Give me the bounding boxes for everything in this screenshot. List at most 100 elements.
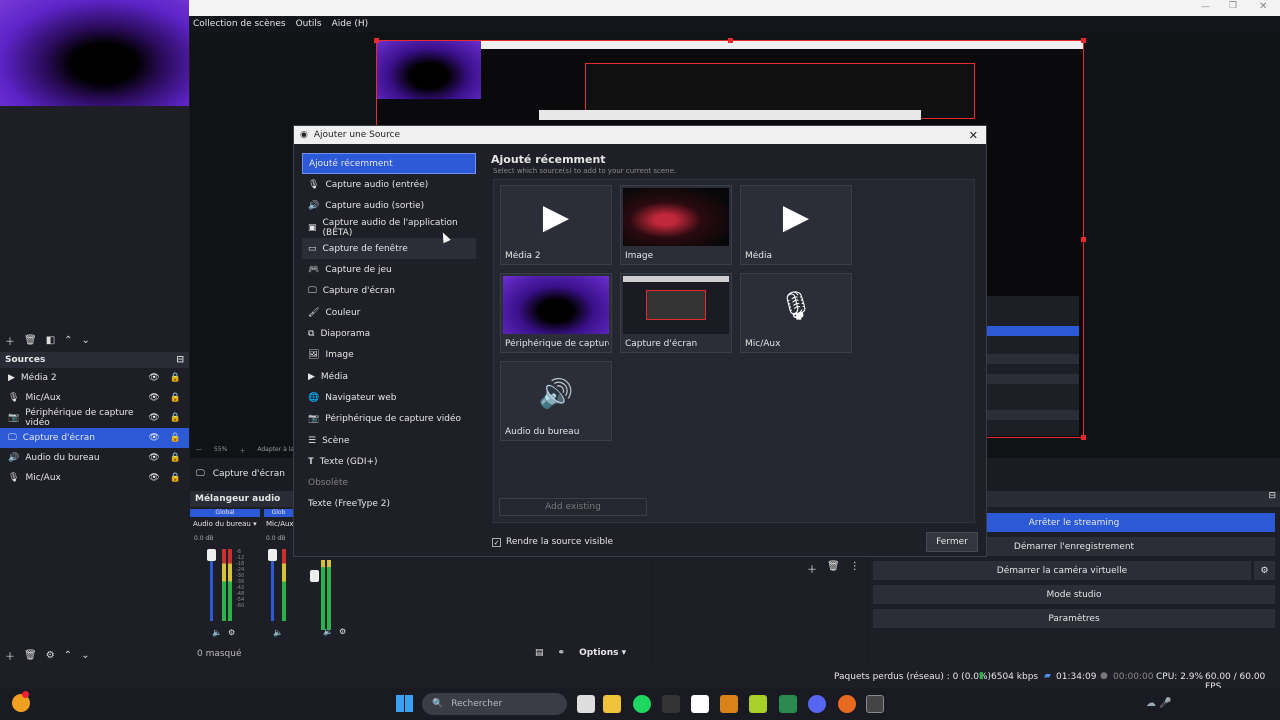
- type-scene[interactable]: ☰ Scène: [302, 430, 476, 451]
- volume-slider-handle[interactable]: [268, 549, 277, 561]
- gear-icon[interactable]: ⚙: [339, 627, 346, 636]
- type-video-capture[interactable]: 📷 Périphérique de capture vidéo: [302, 409, 476, 430]
- link-icon[interactable]: ⚭: [558, 648, 566, 658]
- options-button[interactable]: Options ▾: [579, 648, 626, 658]
- recent-tile[interactable]: ▶ Média 2: [500, 185, 612, 265]
- type-window-capture[interactable]: ▭ Capture de fenêtre: [302, 238, 476, 260]
- trash-icon[interactable]: 🗑: [24, 335, 37, 346]
- type-image[interactable]: 🖼 Image: [302, 345, 476, 366]
- discord-icon[interactable]: [808, 695, 826, 713]
- app-icon[interactable]: [779, 695, 797, 713]
- source-item[interactable]: ▶ Média 2 👁 🔒: [0, 368, 189, 388]
- close-icon[interactable]: ✕: [1259, 1, 1267, 12]
- type-browser[interactable]: 🌐 Navigateur web: [302, 387, 476, 408]
- close-button[interactable]: Fermer: [926, 532, 978, 552]
- eye-icon[interactable]: 👁: [148, 473, 159, 483]
- eye-icon[interactable]: 👁: [148, 433, 159, 443]
- resize-handle[interactable]: [374, 38, 379, 43]
- more-icon[interactable]: ⋮: [850, 561, 860, 576]
- type-recent[interactable]: Ajouté récemment: [302, 153, 476, 175]
- menu-tools[interactable]: Outils: [296, 19, 322, 29]
- add-icon[interactable]: ＋: [5, 333, 15, 348]
- undock-icon[interactable]: ⊟: [1268, 491, 1276, 501]
- type-audio-input[interactable]: 🎙 Capture audio (entrée): [302, 174, 476, 195]
- volume-slider-handle[interactable]: [207, 549, 216, 561]
- virtual-camera-button[interactable]: Démarrer la caméra virtuelle: [873, 561, 1251, 580]
- checkbox-icon[interactable]: ✓: [492, 537, 501, 547]
- lock-icon[interactable]: 🔒: [170, 413, 181, 423]
- type-text-freetype[interactable]: Texte (FreeType 2): [302, 494, 476, 515]
- resize-handle[interactable]: [1081, 237, 1086, 242]
- add-icon[interactable]: ＋: [5, 648, 15, 663]
- vegas-icon[interactable]: [749, 695, 767, 713]
- source-item[interactable]: 🔊 Audio du bureau 👁 🔒: [0, 448, 189, 468]
- spotify-icon[interactable]: [633, 695, 651, 713]
- file-explorer-icon[interactable]: [603, 695, 621, 713]
- resize-handle[interactable]: [1081, 38, 1086, 43]
- up-icon[interactable]: ⌃: [64, 650, 72, 661]
- volume-slider-handle[interactable]: [310, 570, 319, 582]
- type-game-capture[interactable]: 🎮 Capture de jeu: [302, 259, 476, 280]
- make-visible-checkbox[interactable]: ✓ Rendre la source visible: [492, 537, 613, 547]
- add-existing-button[interactable]: Add existing: [499, 498, 647, 516]
- recent-tile[interactable]: Périphérique de capture vi: [500, 273, 612, 353]
- resize-handle[interactable]: [1081, 435, 1086, 440]
- layout-icon[interactable]: ▤: [535, 648, 544, 658]
- trash-icon[interactable]: 🗑: [827, 561, 840, 576]
- eye-icon[interactable]: 👁: [148, 373, 159, 383]
- source-item[interactable]: 🎙 Mic/Aux 👁 🔒: [0, 388, 189, 408]
- type-media[interactable]: ▶ Média: [302, 366, 476, 387]
- speaker-icon[interactable]: 🔈: [273, 628, 283, 637]
- filter-icon[interactable]: ◧: [46, 335, 55, 346]
- gear-icon[interactable]: ⚙: [46, 650, 55, 661]
- speaker-icon[interactable]: 🔈: [323, 627, 333, 636]
- lock-icon[interactable]: 🔒: [170, 373, 181, 383]
- lock-icon[interactable]: 🔒: [170, 433, 181, 443]
- type-display-capture[interactable]: 🖵 Capture d'écran: [302, 281, 476, 302]
- minimize-icon[interactable]: —: [1201, 2, 1210, 12]
- fit-button[interactable]: Adapter à la f: [257, 446, 298, 455]
- gear-icon[interactable]: ⚙: [228, 628, 235, 637]
- speaker-icon[interactable]: 🔈: [212, 628, 222, 637]
- down-icon[interactable]: ⌄: [81, 650, 89, 661]
- recent-tile[interactable]: Capture d'écran: [620, 273, 732, 353]
- source-item[interactable]: 🎙 Mic/Aux 👁 🔒: [0, 468, 189, 488]
- down-icon[interactable]: ⌄: [82, 335, 90, 346]
- capcut-icon[interactable]: [691, 695, 709, 713]
- close-icon[interactable]: ✕: [969, 129, 978, 142]
- eye-icon[interactable]: 👁: [148, 413, 159, 423]
- resize-handle[interactable]: [728, 38, 733, 43]
- zoom-in-icon[interactable]: ＋: [239, 446, 245, 455]
- recent-tile[interactable]: ▶ Média: [740, 185, 852, 265]
- source-item[interactable]: 📷 Périphérique de capture vidéo 👁 🔒: [0, 408, 189, 428]
- type-color[interactable]: 🖌 Couleur: [302, 302, 476, 323]
- type-app-audio[interactable]: ▣ Capture audio de l'application (BÊTA): [302, 217, 476, 238]
- type-audio-output[interactable]: 🔊 Capture audio (sortie): [302, 196, 476, 217]
- menu-scene-collection[interactable]: Collection de scènes: [193, 19, 286, 29]
- type-text-gdi[interactable]: 𝐓 Texte (GDI+): [302, 451, 476, 472]
- zoom-out-icon[interactable]: —: [196, 446, 202, 455]
- studio-mode-button[interactable]: Mode studio: [873, 585, 1275, 604]
- undock-icon[interactable]: ⊟: [176, 355, 184, 365]
- channel-name[interactable]: Mic/Aux: [266, 520, 294, 528]
- obs-icon[interactable]: [866, 695, 884, 713]
- windows-start-icon[interactable]: [396, 695, 413, 712]
- epic-games-icon[interactable]: [662, 695, 680, 713]
- channel-name[interactable]: Audio du bureau ▾: [193, 520, 257, 528]
- tray-icons[interactable]: ☁ 🎤: [1146, 698, 1172, 709]
- recent-tile[interactable]: 🎙 Mic/Aux: [740, 273, 852, 353]
- type-slideshow[interactable]: ⧉ Diaporama: [302, 323, 476, 344]
- app-icon[interactable]: [720, 695, 738, 713]
- lock-icon[interactable]: 🔒: [170, 473, 181, 483]
- task-view-icon[interactable]: [577, 695, 595, 713]
- eye-icon[interactable]: 👁: [148, 453, 159, 463]
- source-item-selected[interactable]: 🖵 Capture d'écran 👁 🔒: [0, 428, 189, 448]
- menu-help[interactable]: Aide (H): [332, 19, 369, 29]
- lock-icon[interactable]: 🔒: [170, 453, 181, 463]
- firefox-icon[interactable]: [838, 695, 856, 713]
- eye-icon[interactable]: 👁: [148, 393, 159, 403]
- lock-icon[interactable]: 🔒: [170, 393, 181, 403]
- trash-icon[interactable]: 🗑: [24, 650, 37, 661]
- recent-tile[interactable]: Image: [620, 185, 732, 265]
- gear-icon[interactable]: ⚙: [1254, 561, 1275, 580]
